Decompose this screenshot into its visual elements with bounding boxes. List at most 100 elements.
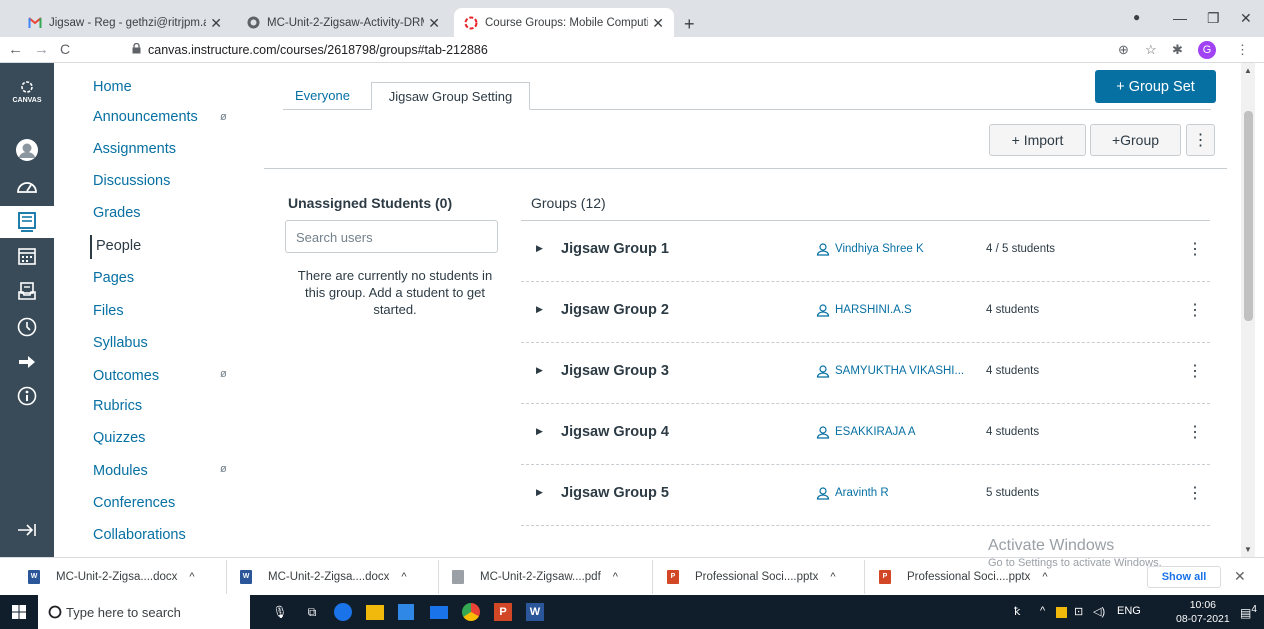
expand-caret-icon[interactable]: ▶ <box>536 487 543 498</box>
window-close-icon[interactable]: ✕ <box>1240 10 1252 27</box>
group-menu-icon[interactable]: ⋮ <box>1187 300 1203 320</box>
course-nav-rubrics[interactable]: Rubrics <box>93 398 142 414</box>
course-nav-discussions[interactable]: Discussions <box>93 173 170 189</box>
show-all-button[interactable]: Show all <box>1147 566 1221 588</box>
expand-caret-icon[interactable]: ▶ <box>536 426 543 437</box>
minimize-icon[interactable]: — <box>1173 10 1187 26</box>
course-nav-collaborations[interactable]: Collaborations <box>93 527 186 543</box>
add-group-button[interactable]: +Group <box>1090 124 1181 156</box>
download-item[interactable]: P Professional Soci....pptx ^ <box>667 558 836 596</box>
browser-tab-drm[interactable]: MC-Unit-2-Zigsaw-Activity-DRM ✕ <box>236 8 450 37</box>
new-tab-icon[interactable]: + <box>684 14 695 35</box>
chevron-up-icon[interactable]: ^ <box>401 571 406 583</box>
url-text[interactable]: canvas.instructure.com/courses/2618798/g… <box>148 43 488 57</box>
file-explorer-icon[interactable] <box>366 605 384 620</box>
group-name[interactable]: Jigsaw Group 4 <box>561 424 669 440</box>
group-row[interactable]: ▶ Jigsaw Group 2 HARSHINI.A.S 4 students… <box>521 282 1210 343</box>
powerpoint-icon[interactable]: P <box>494 603 512 621</box>
course-nav-grades[interactable]: Grades <box>93 205 141 221</box>
expand-caret-icon[interactable]: ▶ <box>536 243 543 254</box>
clock[interactable]: 10:06 08-07-2021 <box>1176 598 1230 626</box>
zoom-icon[interactable]: ⊕ <box>1118 42 1129 58</box>
extensions-icon[interactable]: ✱ <box>1172 42 1183 58</box>
close-downloads-icon[interactable]: ✕ <box>1234 568 1246 585</box>
group-leader[interactable]: HARSHINI.A.S <box>816 303 912 317</box>
group-leader[interactable]: ESAKKIRAJA A <box>816 425 916 439</box>
scroll-up-icon[interactable]: ▲ <box>1244 66 1252 75</box>
group-name[interactable]: Jigsaw Group 5 <box>561 485 669 501</box>
course-nav-syllabus[interactable]: Syllabus <box>93 335 148 351</box>
tab-close-icon[interactable]: ✕ <box>206 15 222 32</box>
tray-chevron-icon[interactable]: ^ <box>1040 605 1045 617</box>
course-nav-pages[interactable]: Pages <box>93 270 134 286</box>
course-nav-announcements[interactable]: Announcements <box>93 109 198 125</box>
download-item[interactable]: W MC-Unit-2-Zigsa....docx ^ <box>240 558 407 596</box>
search-users-input[interactable]: Search users <box>285 220 498 253</box>
calendar-icon[interactable] <box>13 243 41 269</box>
chevron-up-icon[interactable]: ^ <box>613 571 618 583</box>
collapse-icon[interactable] <box>13 517 41 543</box>
language-indicator[interactable]: ENG <box>1117 605 1141 617</box>
bookmark-star-icon[interactable]: ☆ <box>1145 42 1157 58</box>
group-name[interactable]: Jigsaw Group 2 <box>561 302 669 318</box>
volume-icon[interactable]: ◁) <box>1093 605 1105 618</box>
group-row[interactable]: ▶ Jigsaw Group 4 ESAKKIRAJA A 4 students… <box>521 404 1210 465</box>
expand-caret-icon[interactable]: ▶ <box>536 365 543 376</box>
chrome-icon[interactable] <box>462 603 480 621</box>
group-name[interactable]: Jigsaw Group 3 <box>561 363 669 379</box>
notification-icon[interactable]: ▤4 <box>1240 604 1257 620</box>
page-scrollbar[interactable]: ▲ ▼ <box>1241 63 1255 557</box>
browser-tab-course-groups[interactable]: Course Groups: Mobile Computi ✕ <box>454 8 674 37</box>
import-button[interactable]: + Import <box>989 124 1086 156</box>
restore-icon[interactable]: ❐ <box>1207 10 1220 27</box>
courses-icon[interactable] <box>0 206 54 238</box>
network-icon[interactable]: ⊡ <box>1074 605 1083 618</box>
group-leader[interactable]: SAMYUKTHA VIKASHI... <box>816 364 964 378</box>
add-group-set-button[interactable]: + Group Set <box>1095 70 1216 103</box>
mail-icon[interactable] <box>430 606 448 619</box>
microphone-icon[interactable]: 🎙︎ <box>270 602 290 622</box>
course-nav-assignments[interactable]: Assignments <box>93 141 176 157</box>
chevron-up-icon[interactable]: ^ <box>1042 571 1047 583</box>
group-menu-icon[interactable]: ⋮ <box>1187 483 1203 503</box>
tab-close-icon[interactable]: ✕ <box>424 15 440 32</box>
canvas-logo[interactable]: CANVAS <box>9 80 45 105</box>
course-nav-outcomes[interactable]: Outcomes <box>93 368 159 384</box>
course-nav-home[interactable]: Home <box>93 79 132 95</box>
help-icon[interactable] <box>13 383 41 409</box>
tab-search-icon[interactable]: ● <box>1133 10 1140 24</box>
course-nav-quizzes[interactable]: Quizzes <box>93 430 145 446</box>
scroll-down-icon[interactable]: ▼ <box>1244 545 1252 554</box>
group-row[interactable]: ▶ Jigsaw Group 5 Aravinth R 5 students ⋮ <box>521 465 1210 526</box>
profile-avatar[interactable]: G <box>1198 41 1216 59</box>
browser-tab-gmail[interactable]: Jigsaw - Reg - gethzi@ritrjpm.ac ✕ <box>18 8 232 37</box>
chevron-up-icon[interactable]: ^ <box>189 571 194 583</box>
dashboard-icon[interactable] <box>13 173 41 199</box>
back-icon[interactable]: ← <box>8 41 23 58</box>
word-icon[interactable]: W <box>526 603 544 621</box>
account-icon[interactable] <box>13 137 41 163</box>
download-item[interactable]: W MC-Unit-2-Zigsa....docx ^ <box>28 558 195 596</box>
history-icon[interactable] <box>13 314 41 340</box>
tab-everyone[interactable]: Everyone <box>283 82 362 110</box>
windows-start-icon[interactable] <box>12 605 26 619</box>
group-name[interactable]: Jigsaw Group 1 <box>561 241 669 257</box>
scrollbar-thumb[interactable] <box>1244 111 1253 321</box>
task-view-icon[interactable]: ⧉ <box>302 602 322 622</box>
inbox-icon[interactable] <box>13 278 41 304</box>
course-nav-conferences[interactable]: Conferences <box>93 495 175 511</box>
reload-icon[interactable]: C <box>60 41 70 57</box>
course-nav-files[interactable]: Files <box>93 303 124 319</box>
group-row[interactable]: ▶ Jigsaw Group 1 Vindhiya Shree K 4 / 5 … <box>521 221 1210 282</box>
group-menu-icon[interactable]: ⋮ <box>1187 239 1203 259</box>
group-row[interactable]: ▶ Jigsaw Group 3 SAMYUKTHA VIKASHI... 4 … <box>521 343 1210 404</box>
group-menu-icon[interactable]: ⋮ <box>1187 361 1203 381</box>
download-item[interactable]: MC-Unit-2-Zigsaw....pdf ^ <box>452 558 618 596</box>
forward-icon[interactable]: → <box>34 41 49 58</box>
group-leader[interactable]: Vindhiya Shree K <box>816 242 924 256</box>
chevron-up-icon[interactable]: ^ <box>830 571 835 583</box>
commons-icon[interactable] <box>13 349 41 375</box>
taskbar-search-input[interactable]: Type here to search <box>38 595 250 629</box>
group-leader[interactable]: Aravinth R <box>816 486 889 500</box>
store-icon[interactable] <box>398 604 414 620</box>
